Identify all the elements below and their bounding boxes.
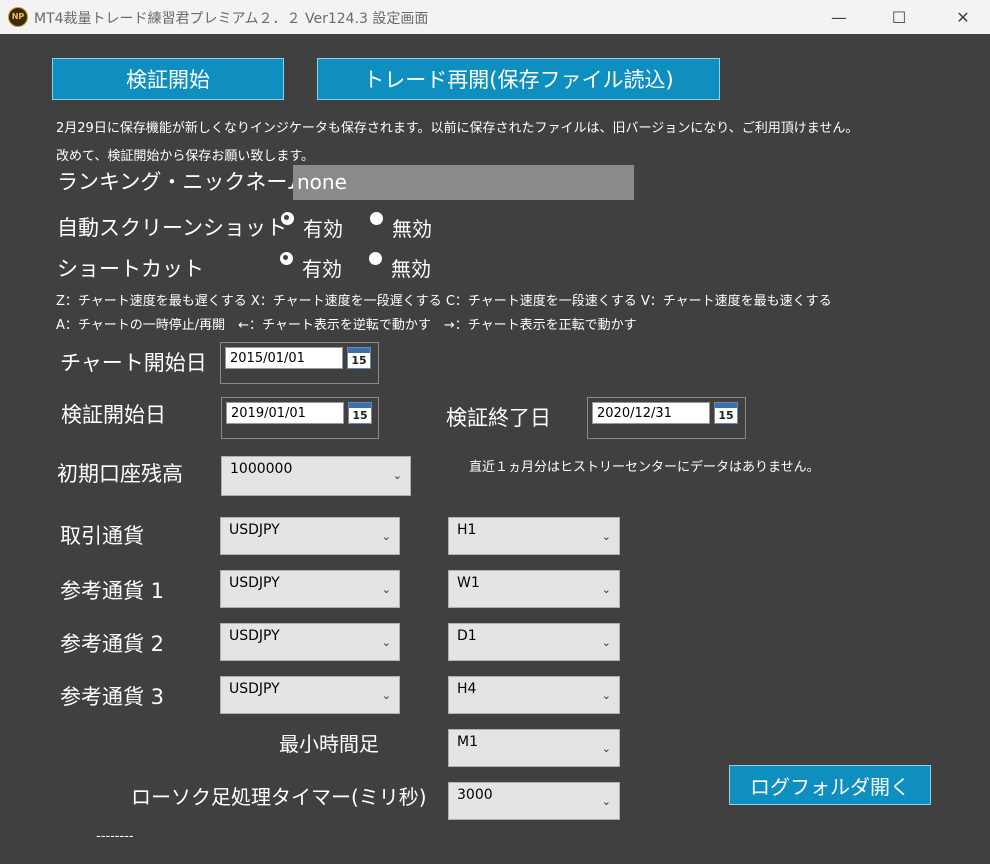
chevron-down-icon: ⌄ xyxy=(381,530,391,543)
chart-start-date-label: チャート開始日 xyxy=(60,351,207,375)
trade-currency-select[interactable]: USDJPY ⌄ xyxy=(220,517,400,555)
chart-start-date-input[interactable]: 2015/01/01 xyxy=(225,347,343,369)
start-verification-button[interactable]: 検証開始 xyxy=(52,58,284,100)
auto-screenshot-disabled-radio[interactable] xyxy=(370,212,383,225)
chevron-down-icon: ⌄ xyxy=(601,530,611,543)
notice-line-1: 2月29日に保存機能が新しくなりインジケータも保存されます。以前に保存されたファ… xyxy=(56,121,859,136)
notice-line-2: 改めて、検証開始から保存お願い致します。 xyxy=(56,149,315,164)
chevron-down-icon: ⌄ xyxy=(381,636,391,649)
chevron-down-icon: ⌄ xyxy=(392,469,402,482)
trade-currency-label: 取引通貨 xyxy=(60,524,144,548)
auto-screenshot-label: 自動スクリーンショット xyxy=(57,216,287,240)
verify-end-date-picker: 2020/12/31 15 xyxy=(587,397,746,439)
nickname-label: ランキング・ニックネーム xyxy=(57,170,308,194)
window-title: MT4裁量トレード練習君プレミアム２．２ Ver124.3 設定画面 xyxy=(34,11,429,27)
history-note: 直近１ヵ月分はヒストリーセンターにデータはありません。 xyxy=(469,460,820,475)
min-timeframe-value: M1 xyxy=(457,734,478,750)
ref-currency-3-label: 参考通貨 3 xyxy=(60,685,165,709)
trade-currency-value: USDJPY xyxy=(229,522,280,538)
shortcut-disabled-label: 無効 xyxy=(391,257,431,281)
ref-currency-2-value: USDJPY xyxy=(229,628,280,644)
ref-timeframe-2-value: D1 xyxy=(457,628,477,644)
chevron-down-icon: ⌄ xyxy=(601,636,611,649)
verify-start-date-label: 検証開始日 xyxy=(61,403,166,427)
calendar-icon[interactable]: 15 xyxy=(714,402,738,424)
initial-balance-select[interactable]: 1000000 ⌄ xyxy=(221,456,411,496)
verify-start-date-picker: 2019/01/01 15 xyxy=(221,397,379,439)
ref-currency-2-select[interactable]: USDJPY ⌄ xyxy=(220,623,400,661)
initial-balance-label: 初期口座残高 xyxy=(57,462,183,486)
trade-timeframe-value: H1 xyxy=(457,522,477,538)
ref-currency-2-label: 参考通貨 2 xyxy=(60,632,165,656)
initial-balance-value: 1000000 xyxy=(230,461,293,477)
close-button[interactable]: ✕ xyxy=(940,0,986,34)
auto-screenshot-disabled-label: 無効 xyxy=(392,217,432,241)
app-logo-icon: NP xyxy=(8,7,28,27)
candle-timer-select[interactable]: 3000 ⌄ xyxy=(448,782,620,820)
shortcut-enabled-label: 有効 xyxy=(302,257,342,281)
ref-currency-1-label: 参考通貨 1 xyxy=(60,579,165,603)
chevron-down-icon: ⌄ xyxy=(601,795,611,808)
trade-timeframe-select[interactable]: H1 ⌄ xyxy=(448,517,620,555)
chevron-down-icon: ⌄ xyxy=(601,742,611,755)
verify-end-date-input[interactable]: 2020/12/31 xyxy=(592,402,710,424)
ref-timeframe-3-value: H4 xyxy=(457,681,477,697)
chart-start-date-picker: 2015/01/01 15 xyxy=(220,342,379,384)
status-text: -------- xyxy=(96,829,134,844)
chevron-down-icon: ⌄ xyxy=(601,689,611,702)
shortcut-label: ショートカット xyxy=(57,257,204,281)
chevron-down-icon: ⌄ xyxy=(381,689,391,702)
auto-screenshot-enabled-label: 有効 xyxy=(303,217,343,241)
candle-timer-label: ローソク足処理タイマー(ミリ秒) xyxy=(131,785,427,809)
shortcut-help-line-2: A：チャートの一時停止/再開 ←：チャート表示を逆転で動かす →：チャート表示を… xyxy=(56,318,637,333)
minimize-button[interactable]: — xyxy=(816,0,862,34)
open-log-folder-button[interactable]: ログフォルダ開く xyxy=(729,765,931,805)
calendar-icon[interactable]: 15 xyxy=(347,347,371,369)
min-timeframe-label: 最小時間足 xyxy=(279,732,379,756)
shortcut-enabled-radio[interactable] xyxy=(280,252,293,265)
ref-currency-3-select[interactable]: USDJPY ⌄ xyxy=(220,676,400,714)
shortcut-disabled-radio[interactable] xyxy=(369,252,382,265)
shortcut-help-line-1: Z：チャート速度を最も遅くする X：チャート速度を一段遅くする C：チャート速度… xyxy=(56,294,832,309)
verify-end-date-label: 検証終了日 xyxy=(446,406,551,430)
verify-start-date-input[interactable]: 2019/01/01 xyxy=(226,402,344,424)
ref-timeframe-1-select[interactable]: W1 ⌄ xyxy=(448,570,620,608)
calendar-icon[interactable]: 15 xyxy=(348,402,372,424)
title-bar: NP MT4裁量トレード練習君プレミアム２．２ Ver124.3 設定画面 — … xyxy=(0,0,990,34)
ref-timeframe-1-value: W1 xyxy=(457,575,480,591)
chevron-down-icon: ⌄ xyxy=(381,583,391,596)
candle-timer-value: 3000 xyxy=(457,787,493,803)
maximize-button[interactable]: ☐ xyxy=(876,0,922,34)
min-timeframe-select[interactable]: M1 ⌄ xyxy=(448,729,620,767)
ref-currency-3-value: USDJPY xyxy=(229,681,280,697)
chevron-down-icon: ⌄ xyxy=(601,583,611,596)
auto-screenshot-enabled-radio[interactable] xyxy=(281,212,294,225)
ref-currency-1-select[interactable]: USDJPY ⌄ xyxy=(220,570,400,608)
ref-currency-1-value: USDJPY xyxy=(229,575,280,591)
resume-trade-button[interactable]: トレード再開(保存ファイル読込) xyxy=(317,58,720,100)
ref-timeframe-3-select[interactable]: H4 ⌄ xyxy=(448,676,620,714)
ref-timeframe-2-select[interactable]: D1 ⌄ xyxy=(448,623,620,661)
nickname-input[interactable]: none xyxy=(293,165,634,200)
